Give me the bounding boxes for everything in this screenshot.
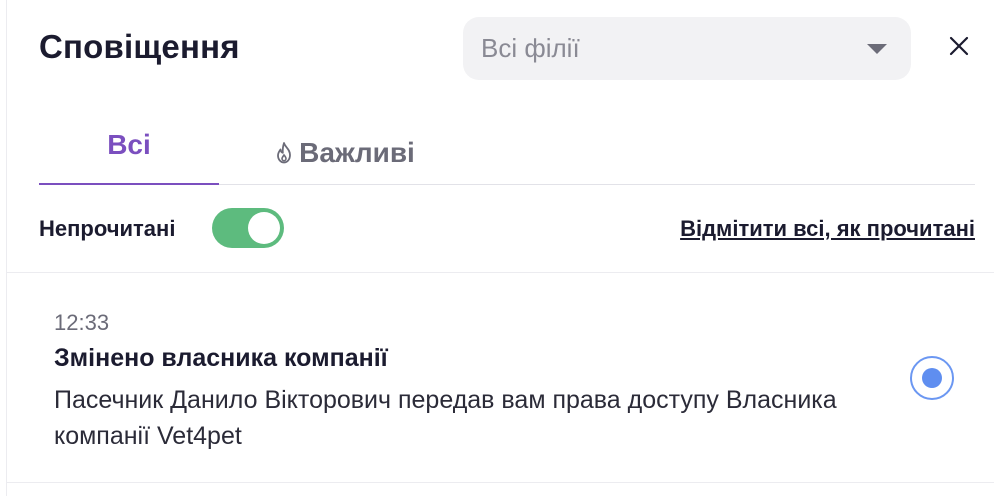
tab-all[interactable]: Всі [39, 114, 219, 176]
notification-title: Змінено власника компанії [54, 344, 388, 372]
notification-body: Пасечник Данило Вікторович передав вам п… [54, 386, 837, 450]
toggle-knob [248, 212, 280, 244]
tabs-bar: Всі Важливі [39, 122, 975, 185]
chevron-down-icon [867, 44, 887, 54]
divider [6, 482, 994, 483]
branch-select-value: Всі філії [481, 33, 580, 63]
fire-icon [273, 141, 295, 165]
notification-time: 12:33 [54, 310, 110, 335]
filter-toolbar: Непрочитані Відмітити всі, як прочитані [39, 206, 975, 252]
page-title: Сповіщення [39, 28, 240, 65]
notification-item[interactable]: 12:33 Змінено власника компанії Пасечник… [6, 274, 994, 482]
tab-all-label: Всі [107, 129, 151, 160]
divider [6, 272, 994, 273]
active-tab-indicator [39, 183, 219, 185]
tab-important[interactable]: Важливі [269, 122, 419, 184]
tab-important-label: Важливі [299, 137, 415, 168]
close-icon[interactable] [945, 32, 973, 60]
mark-all-read-link[interactable]: Відмітити всі, як прочитані [680, 216, 975, 242]
unread-dot-icon [922, 368, 942, 388]
unread-toggle[interactable] [212, 208, 284, 248]
branch-select[interactable]: Всі філії [463, 17, 911, 80]
unread-indicator-radio[interactable] [910, 356, 954, 400]
unread-filter-label: Непрочитані [39, 216, 176, 241]
